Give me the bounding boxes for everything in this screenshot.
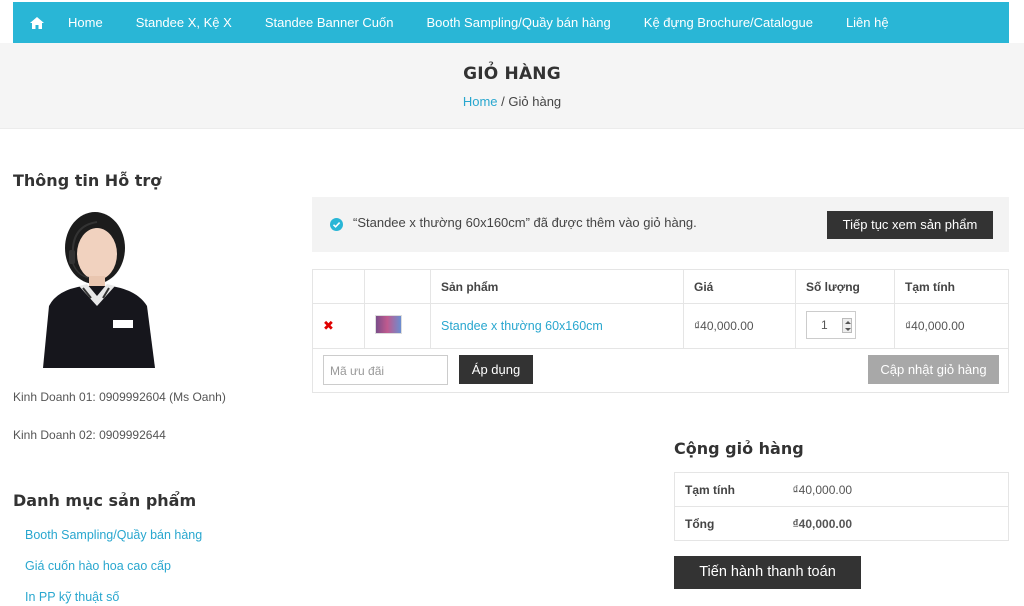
cart-header-row: Sản phẩm Giá Số lượng Tạm tính bbox=[312, 269, 1009, 304]
subtotal-label: Tạm tính bbox=[674, 472, 793, 507]
thumbnail-cell bbox=[364, 303, 431, 349]
spinner-arrows-icon[interactable] bbox=[842, 317, 852, 333]
cart-totals-table: Tạm tính ₫40,000.00 Tổng ₫40,000.00 bbox=[674, 472, 1009, 541]
page-header: GIỎ HÀNG Home / Giỏ hàng bbox=[0, 43, 1024, 129]
apply-coupon-button[interactable]: Áp dụng bbox=[459, 355, 533, 384]
total-label: Tổng bbox=[674, 506, 793, 541]
check-icon bbox=[330, 218, 343, 231]
coupon-row: Mã ưu đãi Áp dụng Cập nhật giỏ hàng bbox=[312, 347, 1009, 393]
header-thumbnail bbox=[364, 269, 431, 304]
product-name-link[interactable]: Standee x thường 60x160cm bbox=[441, 319, 603, 333]
sales-contact-2: Kinh Doanh 02: 0909992644 bbox=[13, 428, 166, 442]
remove-cell: ✖ bbox=[312, 303, 365, 349]
page-title: GIỎ HÀNG bbox=[463, 64, 561, 84]
nav-brochure[interactable]: Kệ đựng Brochure/Catalogue bbox=[644, 15, 813, 30]
header-subtotal: Tạm tính bbox=[894, 269, 1009, 304]
category-link-booth[interactable]: Booth Sampling/Quầy bán hàng bbox=[25, 528, 202, 542]
table-row: Tổng ₫40,000.00 bbox=[674, 506, 1009, 541]
header-price: Giá bbox=[683, 269, 796, 304]
notice-message: “Standee x thường 60x160cm” đã được thêm… bbox=[353, 215, 697, 230]
sales-contact-1: Kinh Doanh 01: 0909992604 (Ms Oanh) bbox=[13, 390, 226, 404]
header-product: Sản phẩm bbox=[430, 269, 684, 304]
update-cart-button[interactable]: Cập nhật giỏ hàng bbox=[868, 355, 999, 384]
nav-standee-x[interactable]: Standee X, Kệ X bbox=[136, 15, 232, 30]
nav-booth[interactable]: Booth Sampling/Quầy bán hàng bbox=[426, 15, 610, 30]
table-row: ✖ Standee x thường 60x160cm ₫40,000.00 1… bbox=[312, 303, 1009, 349]
quantity-value: 1 bbox=[821, 317, 828, 332]
quantity-stepper[interactable]: 1 bbox=[806, 310, 856, 339]
home-icon[interactable] bbox=[30, 16, 44, 29]
total-value: ₫40,000.00 bbox=[792, 506, 1009, 541]
coupon-input[interactable]: Mã ưu đãi bbox=[323, 355, 448, 385]
remove-icon[interactable]: ✖ bbox=[323, 318, 334, 333]
nav-home[interactable]: Home bbox=[68, 15, 103, 30]
breadcrumb: Home / Giỏ hàng bbox=[0, 94, 1024, 109]
product-thumbnail[interactable] bbox=[375, 315, 402, 334]
product-name-cell: Standee x thường 60x160cm bbox=[430, 303, 684, 349]
product-price: ₫40,000.00 bbox=[683, 303, 796, 349]
category-link-in-pp[interactable]: In PP kỹ thuật số bbox=[25, 590, 119, 604]
support-agent-photo bbox=[13, 206, 166, 368]
header-quantity: Số lượng bbox=[795, 269, 895, 304]
product-subtotal: ₫40,000.00 bbox=[894, 303, 1009, 349]
cart-totals-title: Cộng giỏ hàng bbox=[674, 439, 804, 458]
header-remove bbox=[312, 269, 365, 304]
top-nav: Home Standee X, Kệ X Standee Banner Cuốn… bbox=[13, 2, 1009, 43]
continue-shopping-button[interactable]: Tiếp tục xem sản phẩm bbox=[827, 211, 993, 239]
table-row: Tạm tính ₫40,000.00 bbox=[674, 472, 1009, 507]
nav-contact[interactable]: Liên hệ bbox=[846, 15, 889, 30]
nav-standee-banner[interactable]: Standee Banner Cuốn bbox=[265, 15, 394, 30]
checkout-button[interactable]: Tiến hành thanh toán bbox=[674, 556, 861, 589]
subtotal-value: ₫40,000.00 bbox=[792, 472, 1009, 507]
support-title: Thông tin Hỗ trợ bbox=[13, 171, 162, 190]
cart-table: Sản phẩm Giá Số lượng Tạm tính ✖ Standee… bbox=[312, 269, 1009, 349]
category-link-gia-cuon[interactable]: Giá cuốn hào hoa cao cấp bbox=[25, 559, 171, 573]
breadcrumb-current: Giỏ hàng bbox=[508, 94, 562, 109]
breadcrumb-separator: / bbox=[501, 94, 505, 109]
category-title: Danh mục sản phẩm bbox=[13, 491, 197, 510]
breadcrumb-home-link[interactable]: Home bbox=[463, 94, 498, 109]
quantity-cell: 1 bbox=[795, 303, 895, 349]
